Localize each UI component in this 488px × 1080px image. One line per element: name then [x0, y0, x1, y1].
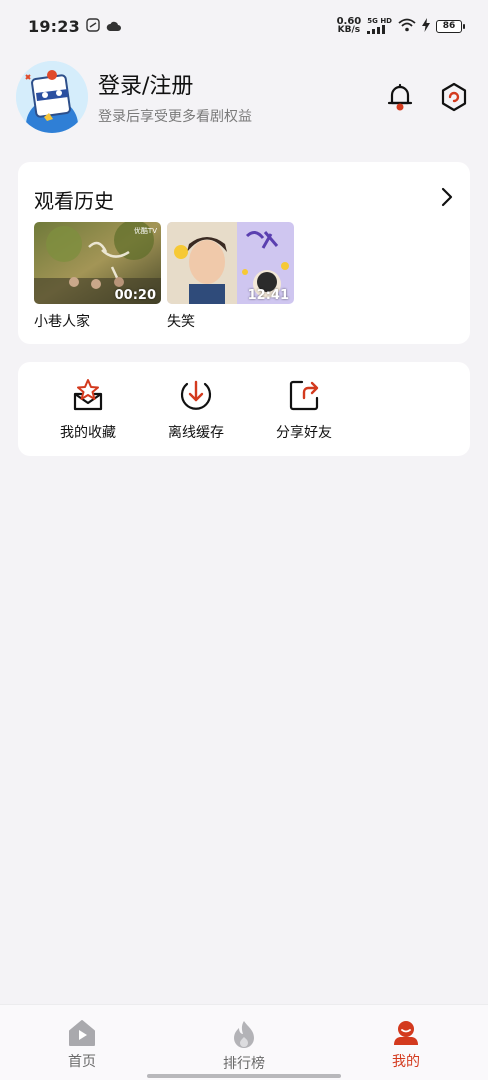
star-box-icon [73, 379, 103, 411]
mascot-avatar-icon [16, 61, 88, 133]
history-duration: 00:20 [114, 288, 156, 303]
share-icon [289, 380, 319, 411]
history-thumbnail[interactable]: 12:41 [167, 222, 294, 304]
offline-cache-label: 离线缓存 [168, 425, 224, 441]
profile-icon [394, 1021, 418, 1045]
tab-mine-label: 我的 [392, 1054, 420, 1070]
profile-header: 登录/注册 登录后享受更多看剧权益 [16, 60, 472, 134]
favorites-button[interactable]: 我的收藏 [34, 362, 142, 456]
login-benefit-text: 登录后享受更多看剧权益 [98, 109, 252, 125]
home-icon [69, 1020, 95, 1046]
network-speed: 0.60 KB/s [336, 16, 362, 35]
notification-app-icon [86, 17, 100, 36]
watch-history-card: 观看历史 优酷TV 00:20 小巷人家 12:41 失笑 [18, 162, 470, 344]
charging-icon [422, 17, 430, 36]
bottom-navigation: 首页 排行榜 我的 [0, 1004, 488, 1080]
history-title: 小巷人家 [34, 314, 90, 330]
avatar[interactable] [16, 61, 88, 133]
wifi-icon [398, 17, 416, 36]
shortcuts-card: 我的收藏 离线缓存 分享好友 [18, 362, 470, 456]
watch-history-title: 观看历史 [34, 188, 114, 213]
history-thumbnail[interactable]: 优酷TV 00:20 [34, 222, 161, 304]
flame-icon [234, 1021, 254, 1048]
history-item[interactable]: 12:41 失笑 [167, 222, 294, 331]
settings-button[interactable] [438, 81, 470, 113]
tab-home[interactable]: 首页 [30, 1005, 134, 1080]
tab-ranking[interactable]: 排行榜 [192, 1005, 296, 1080]
share-friends-label: 分享好友 [276, 425, 332, 441]
home-indicator[interactable] [147, 1074, 341, 1078]
settings-icon [441, 82, 467, 112]
battery-indicator: 86 [436, 19, 465, 33]
history-duration: 12:41 [247, 288, 289, 303]
cell-signal: 5G HD [367, 18, 392, 34]
download-icon [180, 380, 212, 410]
offline-cache-button[interactable]: 离线缓存 [142, 362, 250, 456]
profile-page: 19:23 0.60 KB/s 5G HD 86 登录/注册 登录后享受更多看剧… [0, 0, 488, 1080]
tab-home-label: 首页 [68, 1054, 96, 1070]
status-time: 19:23 [28, 16, 80, 36]
cloud-icon [106, 17, 122, 36]
bell-icon [387, 83, 413, 111]
history-title: 失笑 [167, 314, 195, 330]
cell-signal-icon [367, 25, 386, 34]
tab-ranking-label: 排行榜 [223, 1056, 265, 1072]
watch-history-header[interactable]: 观看历史 [18, 162, 470, 220]
history-source-badge: 优酷TV [133, 227, 157, 235]
chevron-right-icon[interactable] [440, 187, 454, 211]
history-item[interactable]: 优酷TV 00:20 小巷人家 [34, 222, 161, 331]
notification-button[interactable] [384, 81, 416, 113]
share-friends-button[interactable]: 分享好友 [250, 362, 358, 456]
tab-mine[interactable]: 我的 [354, 1005, 458, 1080]
favorites-label: 我的收藏 [60, 425, 116, 441]
status-bar: 19:23 0.60 KB/s 5G HD 86 [0, 0, 488, 52]
login-register-link[interactable]: 登录/注册 [98, 68, 252, 100]
